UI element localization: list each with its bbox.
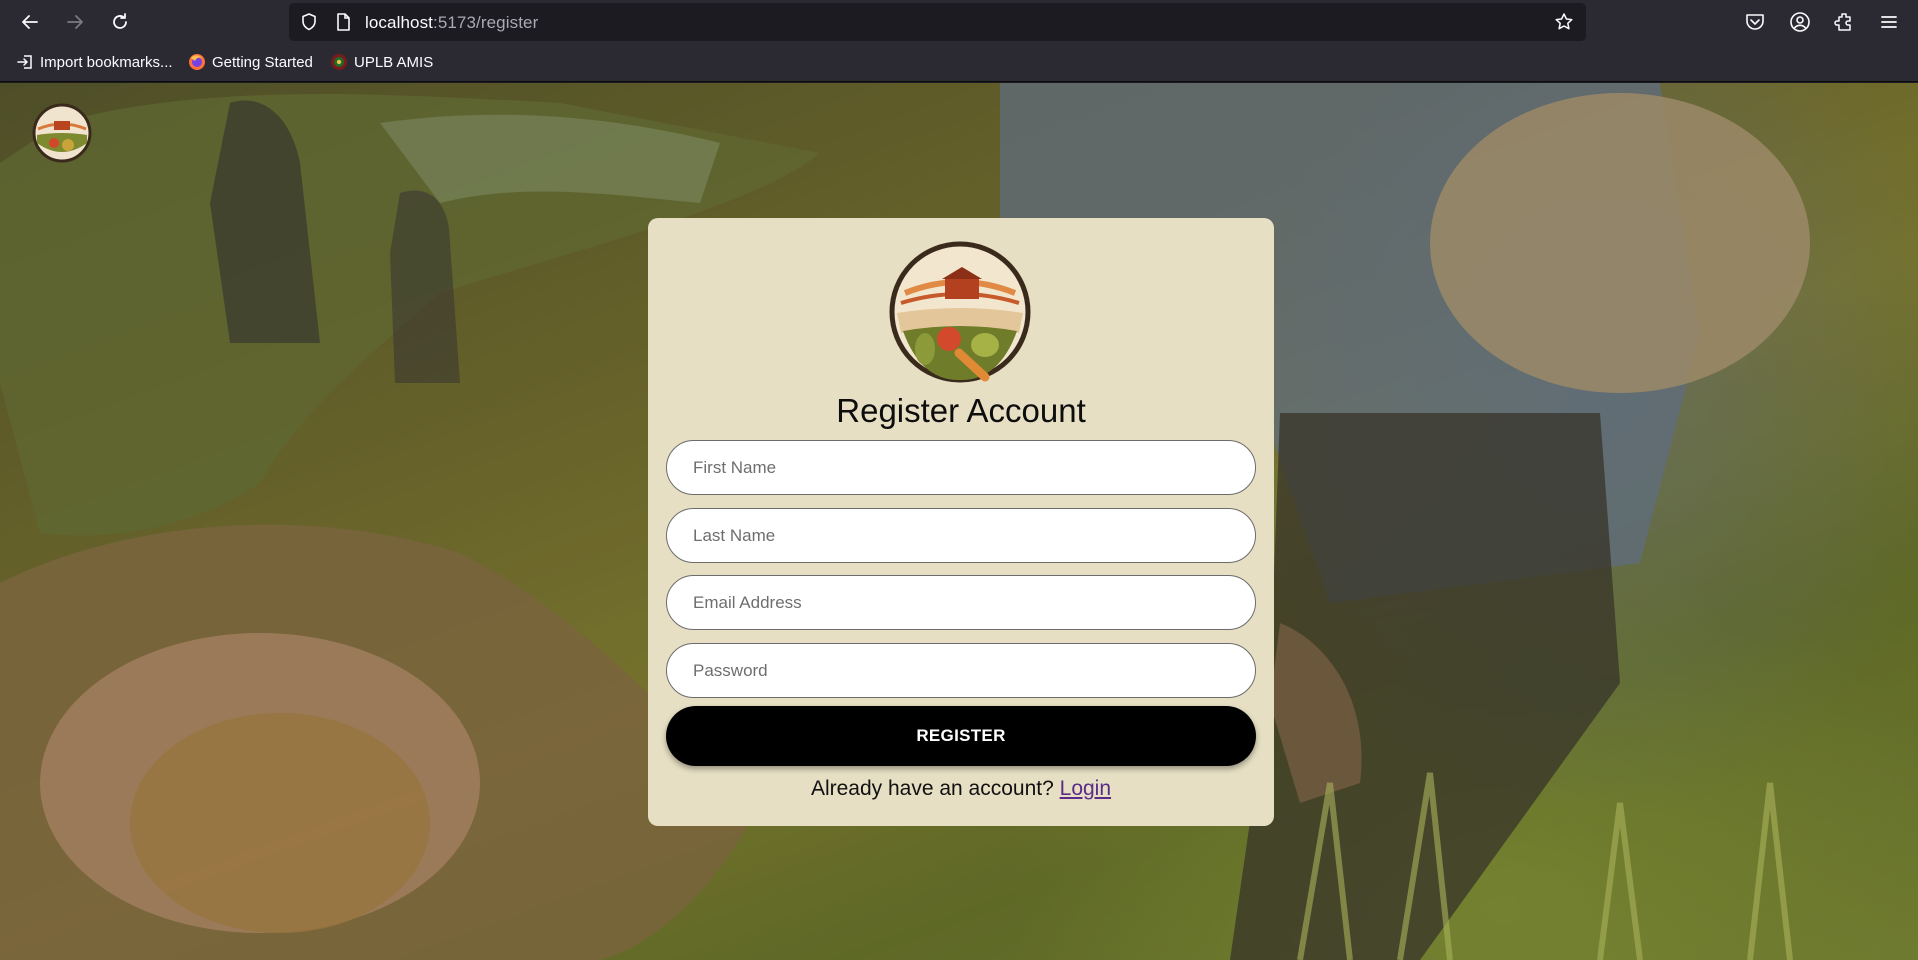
bookmark-import[interactable]: Import bookmarks... (16, 53, 173, 71)
login-link[interactable]: Login (1060, 777, 1111, 800)
bookmark-getting-started[interactable]: Getting Started (188, 53, 313, 71)
bookmark-uplb-amis-label: UPLB AMIS (354, 53, 434, 71)
shield-icon[interactable] (299, 12, 319, 32)
bookmark-star-icon[interactable] (1554, 12, 1574, 32)
bookmark-getting-started-label: Getting Started (212, 53, 313, 71)
reload-button[interactable] (104, 6, 136, 38)
password-input[interactable] (667, 644, 1255, 697)
pocket-icon[interactable] (1743, 10, 1767, 34)
farm-logo-icon (889, 241, 1031, 383)
login-prompt-line: Already have an account? Login (648, 777, 1274, 801)
reload-icon (113, 13, 127, 29)
bookmark-uplb-amis[interactable]: UPLB AMIS (330, 53, 433, 71)
url-text[interactable]: localhost:5173/register (365, 13, 538, 33)
forward-arrow-icon (67, 15, 83, 29)
farm-logo-icon[interactable] (32, 103, 92, 163)
email-field[interactable] (666, 575, 1256, 630)
back-arrow-icon (22, 15, 38, 29)
register-button[interactable]: REGISTER (666, 706, 1256, 766)
firefox-icon (189, 54, 205, 70)
url-host: localhost (365, 13, 433, 32)
first-name-input[interactable] (667, 441, 1255, 494)
import-icon (17, 55, 32, 69)
menu-icon[interactable] (1877, 10, 1901, 34)
url-path: :5173/register (433, 13, 539, 32)
extensions-icon[interactable] (1833, 10, 1857, 34)
register-card: Register Account REGISTER Already have a… (648, 218, 1274, 826)
page-title: Register Account (836, 392, 1086, 429)
login-prompt-text: Already have an account? (810, 777, 1054, 800)
uplb-seal-icon (331, 54, 347, 70)
forward-button[interactable] (59, 6, 91, 38)
password-field[interactable] (666, 643, 1256, 698)
email-input[interactable] (667, 576, 1255, 629)
page-info-icon[interactable] (333, 12, 353, 32)
bookmark-import-label: Import bookmarks... (40, 53, 173, 71)
back-button[interactable] (14, 6, 46, 38)
account-icon[interactable] (1788, 10, 1812, 34)
first-name-field[interactable] (666, 440, 1256, 495)
url-bar[interactable]: localhost:5173/register (289, 3, 1586, 41)
last-name-field[interactable] (666, 508, 1256, 563)
bookmarks-bar: Import bookmarks... Getting Started UPLB… (0, 44, 1918, 82)
browser-toolbar: localhost:5173/register (0, 0, 1918, 44)
last-name-input[interactable] (667, 509, 1255, 562)
page-background: Register Account REGISTER Already have a… (0, 83, 1918, 960)
